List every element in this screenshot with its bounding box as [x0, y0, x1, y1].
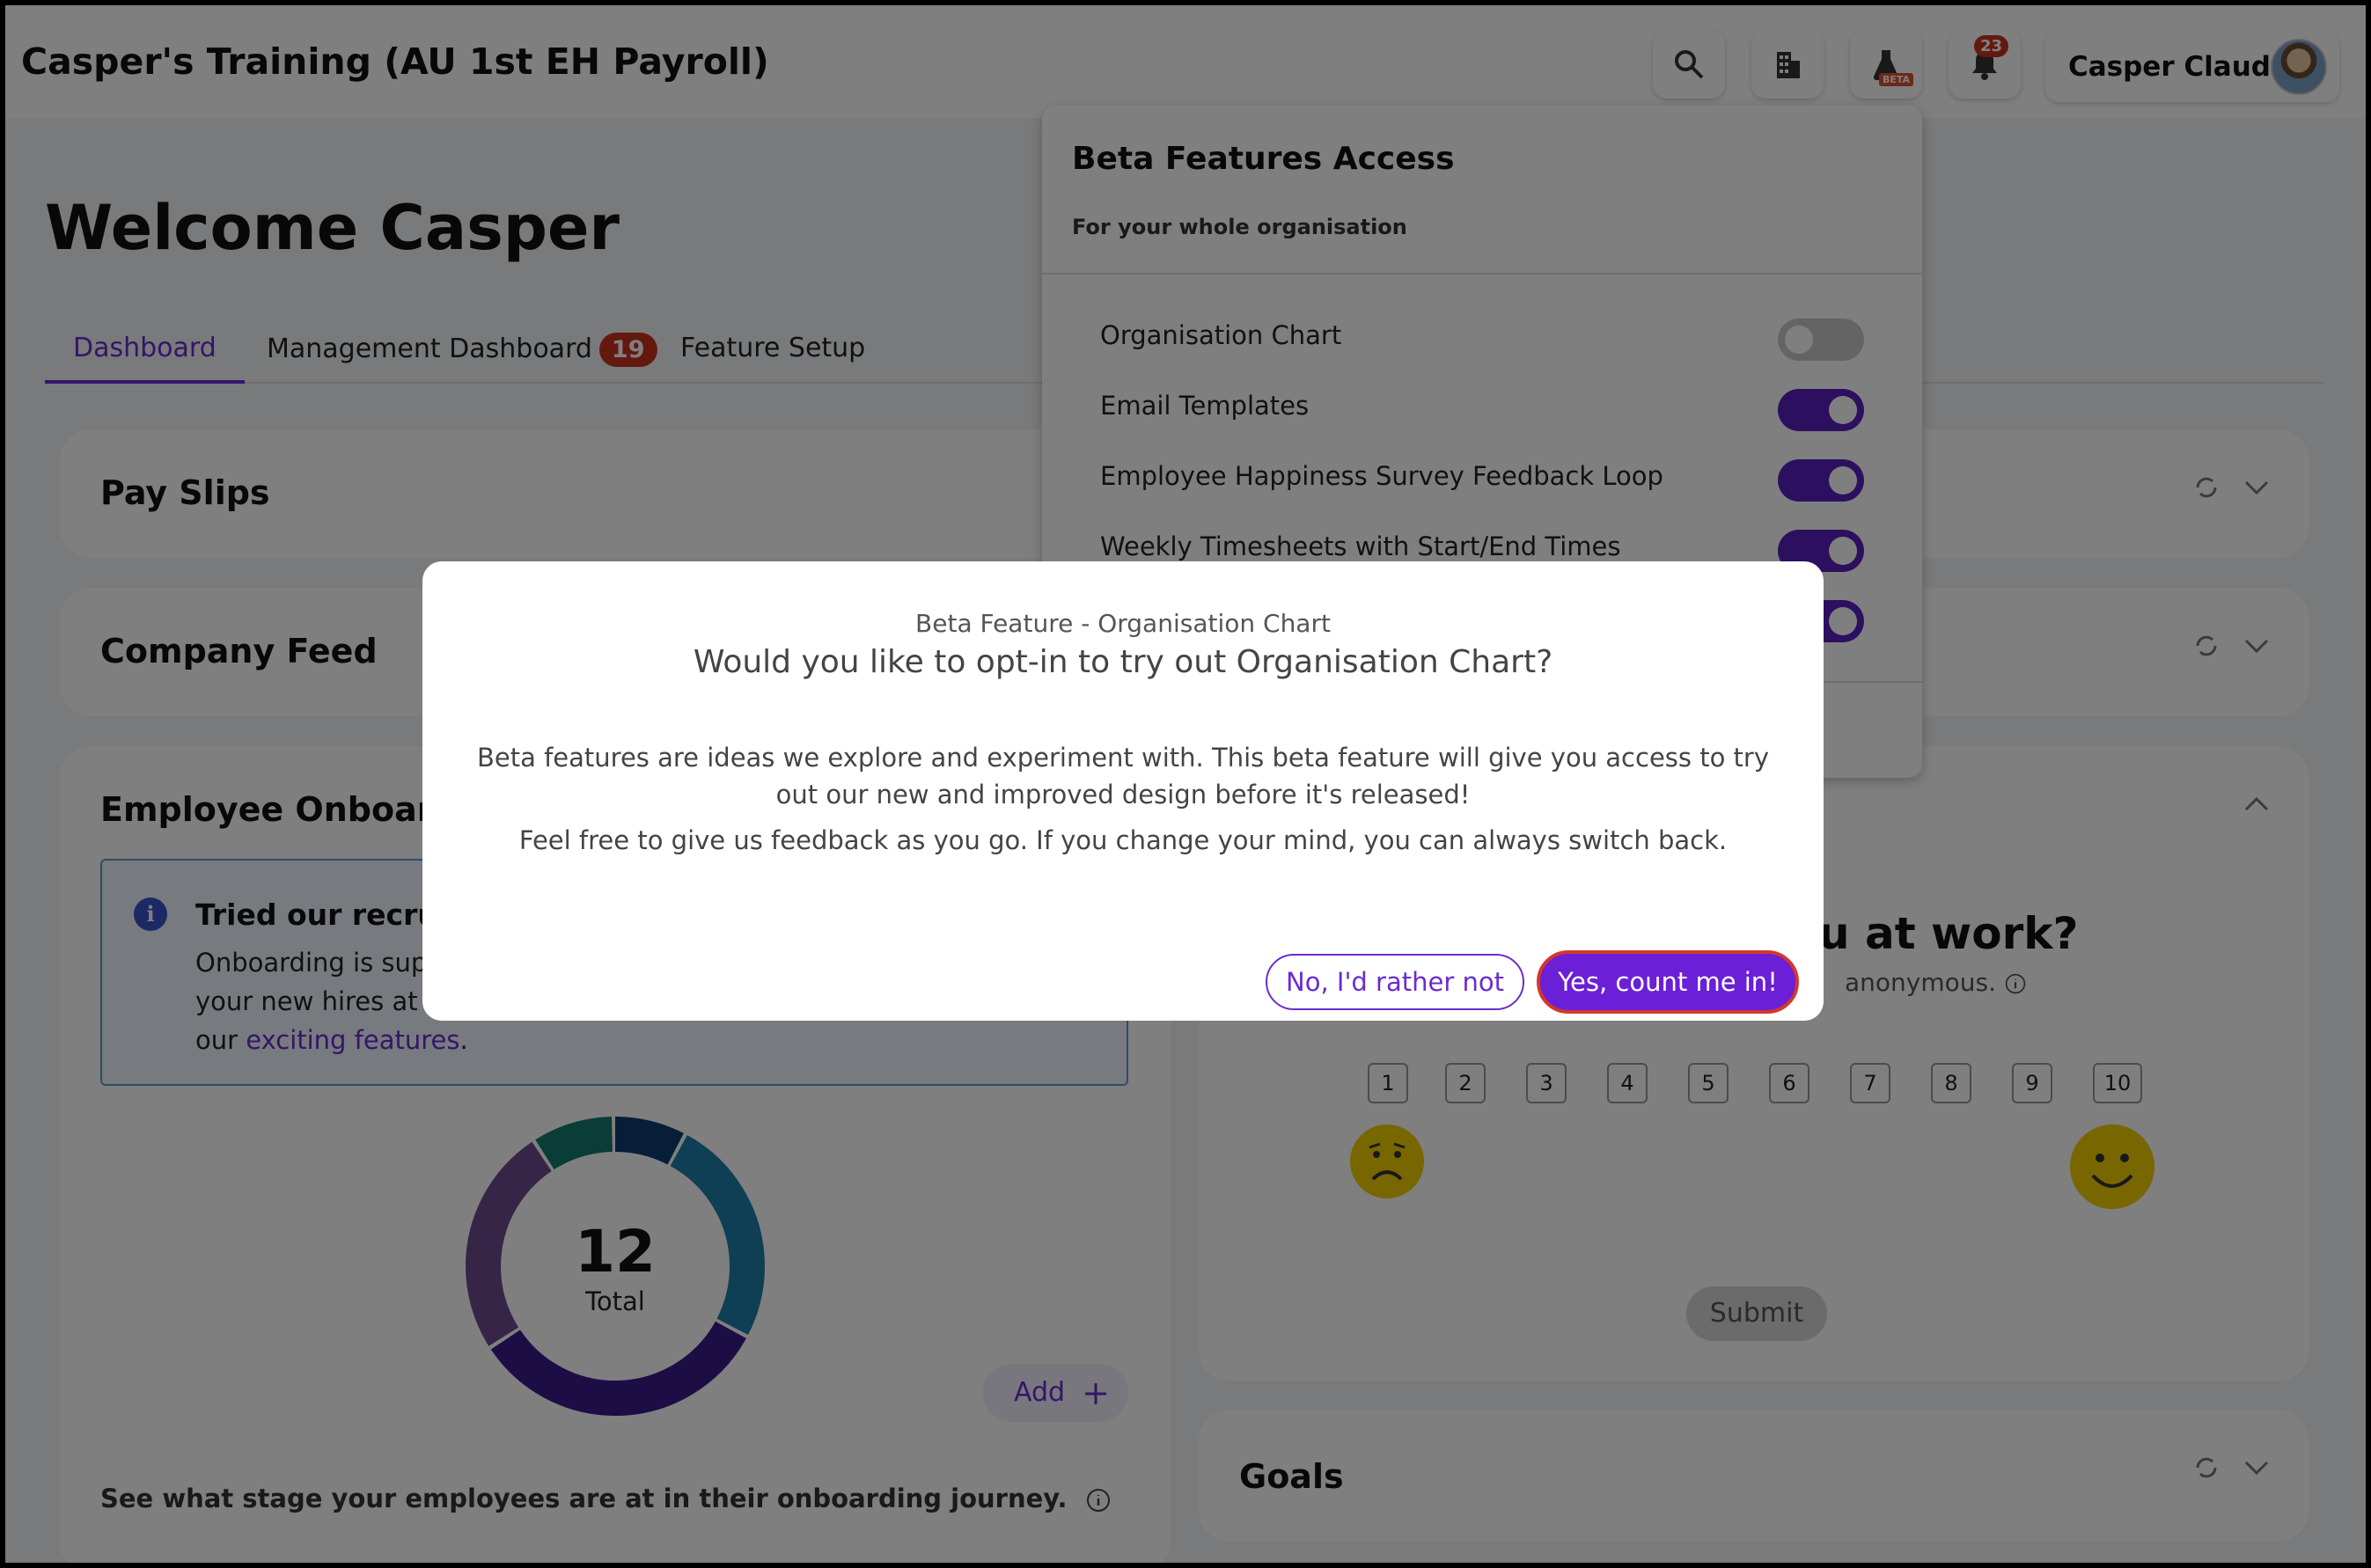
accept-button[interactable]: Yes, count me in!: [1537, 950, 1799, 1014]
decline-button[interactable]: No, I'd rather not: [1266, 954, 1524, 1010]
dialog-body: Beta features are ideas we explore and e…: [476, 743, 1770, 810]
dialog-kicker: Beta Feature - Organisation Chart: [915, 609, 1331, 638]
app-frame: Casper's Training (AU 1st EH Payroll) BE…: [5, 5, 2366, 1563]
beta-opt-in-dialog: Beta Feature - Organisation Chart Would …: [422, 561, 1824, 1021]
dialog-title: Would you like to opt-in to try out Orga…: [693, 644, 1553, 680]
dialog-body: Feel free to give us feedback as you go.…: [518, 825, 1728, 855]
